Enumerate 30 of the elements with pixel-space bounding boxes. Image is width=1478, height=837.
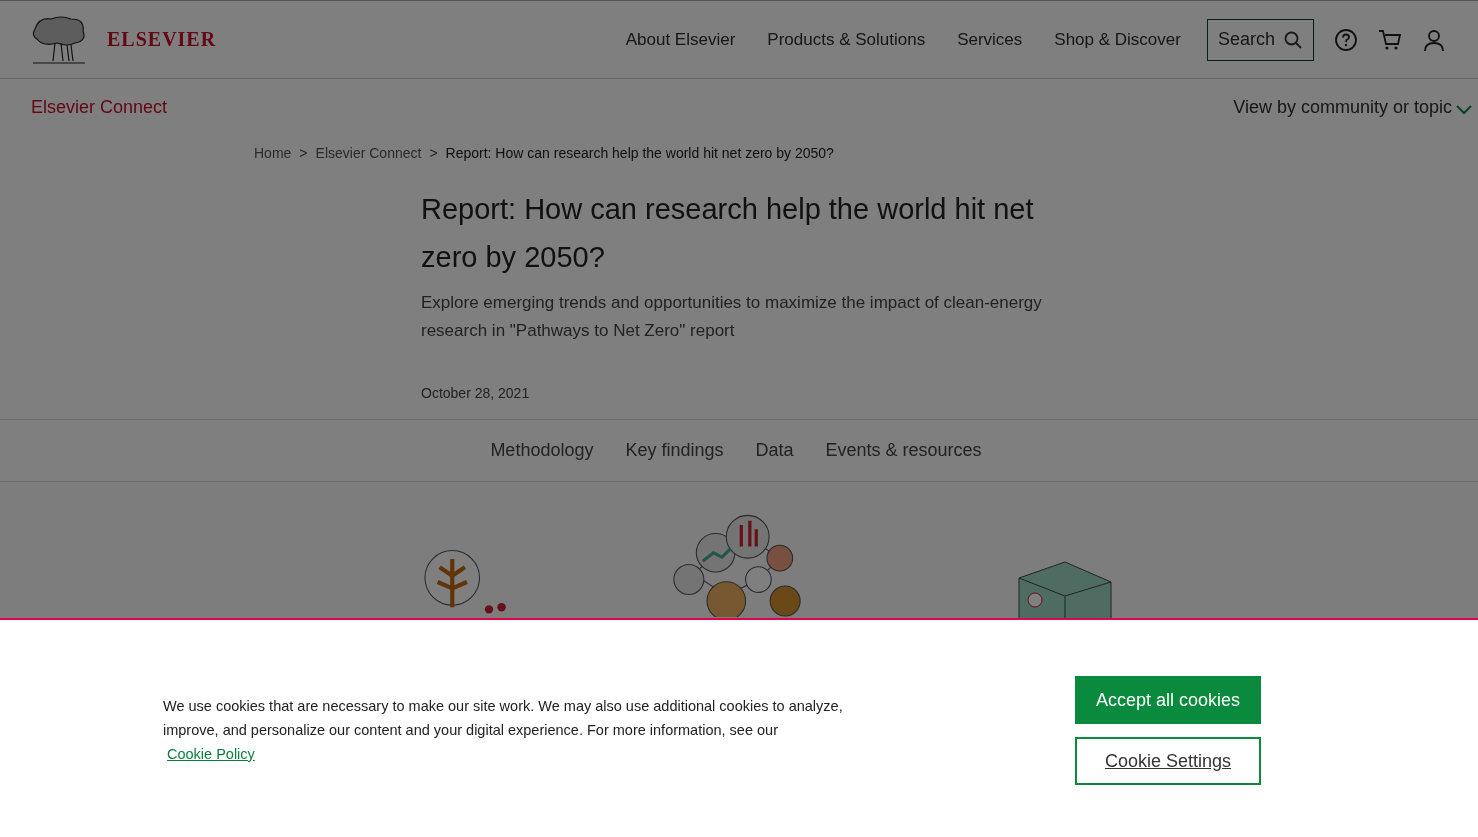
cookie-policy-link[interactable]: Cookie Policy	[167, 746, 255, 762]
nav-link[interactable]: Products & Solutions	[767, 29, 926, 50]
breadcrumb-link[interactable]: Home	[254, 145, 292, 161]
section-tab[interactable]: Key findings	[625, 440, 724, 461]
breadcrumb-separator: >	[429, 145, 438, 161]
breadcrumb-separator: >	[299, 145, 308, 161]
cookie-settings-button[interactable]: Cookie Settings	[1075, 737, 1261, 785]
article-date: October 28, 2021	[421, 385, 531, 401]
user-icon[interactable]	[1422, 27, 1446, 52]
brand-wordmark[interactable]: ELSEVIER	[107, 28, 217, 51]
section-tab[interactable]: Data	[755, 440, 794, 461]
accept-cookies-button[interactable]: Accept all cookies	[1075, 676, 1261, 724]
nav-link[interactable]: Shop & Discover	[1054, 29, 1181, 50]
nav-link[interactable]: About Elsevier	[625, 29, 736, 50]
section-tab[interactable]: Events & resources	[825, 440, 982, 461]
nav-link[interactable]: Services	[957, 29, 1023, 50]
help-icon[interactable]	[1334, 27, 1358, 52]
cart-icon[interactable]	[1378, 27, 1402, 52]
article-subtitle: Explore emerging trends and opportunities to maximize the impact of clean-energy research in "Pathways to Net Zero" report	[421, 292, 1043, 342]
section-title-link[interactable]: Elsevier Connect	[31, 96, 168, 118]
search-button[interactable]: Search	[1206, 18, 1314, 61]
article-title: Report: How can research help the world hit net zero by 2050?	[421, 192, 1035, 275]
section-tab[interactable]: Methodology	[490, 440, 594, 461]
community-menu-button[interactable]: View by community or topic	[1233, 96, 1472, 118]
cookie-notice: We use cookies that are necessary to make our site work. We may also use additional cookies to analyze, improve, and personalize our content and your digital experience. For more information, see our Cookie Policy	[163, 697, 844, 764]
breadcrumb-link[interactable]: Elsevier Connect	[315, 145, 422, 161]
breadcrumb-current[interactable]: Report: How can research help the world hit net zero by 2050?	[445, 145, 834, 161]
search-icon	[1283, 29, 1303, 50]
chevron-down-icon	[1456, 105, 1472, 115]
tree-logo-icon[interactable]	[31, 14, 87, 65]
